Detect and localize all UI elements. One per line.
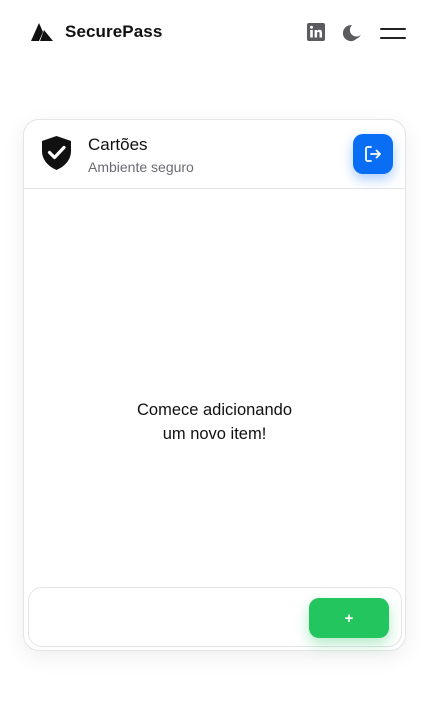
- menu-icon[interactable]: [380, 25, 406, 41]
- panel-footer: +: [28, 587, 402, 647]
- linkedin-icon[interactable]: [307, 23, 325, 41]
- menu-line: [380, 28, 406, 30]
- empty-state-message: Comece adicionando um novo item!: [24, 398, 405, 446]
- menu-line: [380, 37, 406, 39]
- brand[interactable]: SecurePass: [31, 20, 162, 44]
- brand-logo-icon: [31, 23, 53, 41]
- logout-icon: [365, 146, 381, 162]
- panel-subtitle: Ambiente seguro: [88, 159, 194, 175]
- panel-title: Cartões: [88, 135, 148, 154]
- add-item-button[interactable]: +: [309, 598, 389, 638]
- shield-check-icon: [42, 136, 71, 170]
- logout-button[interactable]: [353, 134, 393, 174]
- empty-state-line: Comece adicionando: [136, 401, 293, 419]
- panel-header: Cartões Ambiente seguro: [24, 120, 405, 189]
- brand-name: SecurePass: [65, 22, 163, 41]
- empty-state-line: um novo item!: [162, 425, 267, 443]
- top-bar: SecurePass: [0, 0, 429, 64]
- cards-panel: Cartões Ambiente seguro Comece adicionan…: [23, 119, 406, 651]
- moon-icon[interactable]: [343, 23, 363, 43]
